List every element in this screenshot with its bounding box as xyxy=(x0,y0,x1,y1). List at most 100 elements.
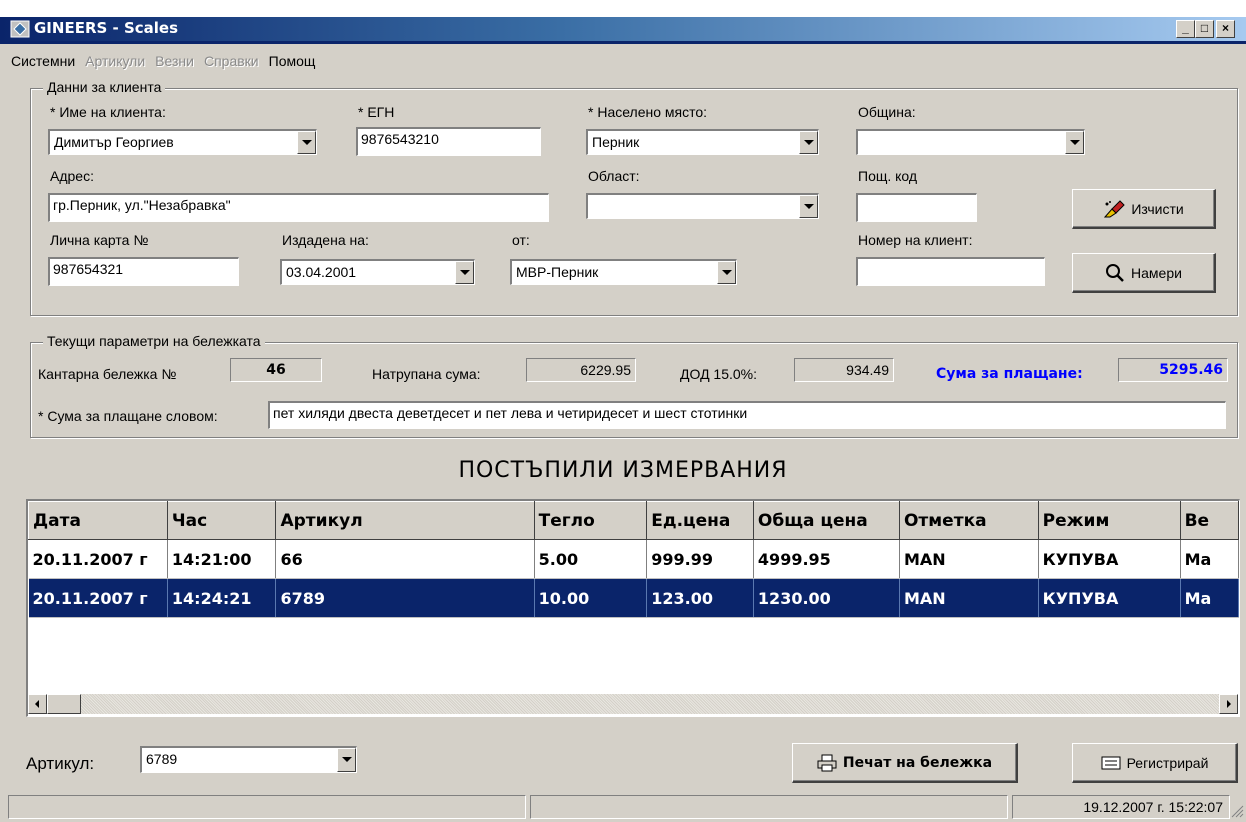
clear-button-label: Изчисти xyxy=(1131,200,1184,217)
table-cell: 999.99 xyxy=(646,539,754,579)
empty-cell xyxy=(1038,618,1180,657)
client-group-title: Данни за клиента xyxy=(43,79,166,95)
status-panel-2 xyxy=(530,795,1008,819)
menu-system[interactable]: Системни xyxy=(6,50,80,72)
client-number-field[interactable] xyxy=(856,257,1045,286)
empty-cell xyxy=(753,618,899,657)
issued-by-combo[interactable]: МВР-Перник xyxy=(510,259,737,285)
screen-margin xyxy=(0,0,1246,17)
article-value: 6789 xyxy=(146,751,178,767)
menu-help[interactable]: Помощ xyxy=(264,50,321,72)
menu-reports[interactable]: Справки xyxy=(199,50,264,72)
id-card-field[interactable]: 987654321 xyxy=(48,257,239,286)
table-cell: Ма xyxy=(1180,539,1239,579)
tax-value: 934.49 xyxy=(794,358,894,382)
tax-label: ДОД 15.0%: xyxy=(680,366,758,382)
scroll-right-button[interactable] xyxy=(1219,694,1238,714)
egn-field[interactable]: 9876543210 xyxy=(356,127,541,156)
amount-words-label: * Сума за плащане словом: xyxy=(38,408,218,424)
empty-row xyxy=(29,618,1239,657)
column-header[interactable]: Артикул xyxy=(275,501,535,540)
receipt-number-value: 46 xyxy=(230,358,322,382)
issued-by-value: МВР-Перник xyxy=(516,264,599,280)
empty-cell xyxy=(167,618,276,657)
table-row[interactable]: 20.11.2007 г 14:21:00 66 5.00 999.99 4999.95 M… xyxy=(28,539,1239,579)
issued-by-label: от: xyxy=(512,232,530,248)
column-header[interactable]: Ве xyxy=(1179,501,1239,540)
amount-words-field[interactable]: пет хиляди двеста деветдесет и пет лева … xyxy=(268,401,1226,429)
table-cell: 20.11.2007 г xyxy=(28,578,168,618)
client-name-dropdown-icon[interactable] xyxy=(297,131,316,154)
column-header[interactable]: Отметка xyxy=(898,501,1039,540)
status-panel-1 xyxy=(8,795,526,819)
column-header[interactable]: Ед.цена xyxy=(646,501,754,540)
table-cell: 10.00 xyxy=(534,578,648,618)
column-header[interactable]: Режим xyxy=(1037,501,1181,540)
table-cell: 20.11.2007 г xyxy=(28,539,168,579)
print-receipt-button[interactable]: Печат на бележка xyxy=(792,743,1018,783)
issued-on-label: Издадена на: xyxy=(282,232,369,248)
clear-button[interactable]: Изчисти xyxy=(1072,189,1216,229)
scroll-left-button[interactable] xyxy=(28,694,47,714)
client-name-label: * Име на клиента: xyxy=(50,104,166,120)
register-button-label: Регистрирай xyxy=(1126,754,1209,771)
municipality-dropdown-icon[interactable] xyxy=(1065,131,1084,154)
table-cell: MAN xyxy=(899,539,1039,579)
scroll-thumb[interactable] xyxy=(47,694,81,714)
column-header[interactable]: Час xyxy=(166,501,277,540)
table-cell: MAN xyxy=(899,578,1039,618)
table-row[interactable]: 20.11.2007 г 14:24:21 6789 10.00 123.00 1230.… xyxy=(28,578,1239,618)
table-cell: КУПУВА xyxy=(1038,539,1181,579)
keyboard-icon xyxy=(1101,756,1121,769)
column-header[interactable]: Обща цена xyxy=(752,501,900,540)
arrow-left-icon xyxy=(35,700,39,708)
table-cell: Ма xyxy=(1180,578,1239,618)
place-dropdown-icon[interactable] xyxy=(799,131,818,154)
measurements-table: Дата Час Артикул Тегло Ед.цена Обща цена Отмет… xyxy=(28,501,1239,657)
horizontal-scrollbar[interactable] xyxy=(28,694,1238,714)
menu-articles[interactable]: Артикули xyxy=(80,50,150,72)
receipt-group-title: Текущи параметри на бележката xyxy=(43,333,265,349)
egn-label: * ЕГН xyxy=(358,104,395,120)
eraser-icon xyxy=(1104,199,1126,217)
menu-scales[interactable]: Везни xyxy=(150,50,199,72)
find-button[interactable]: Намери xyxy=(1072,253,1216,293)
empty-cell xyxy=(29,618,168,657)
issued-on-dropdown-icon[interactable] xyxy=(455,261,474,284)
region-combo[interactable] xyxy=(586,193,819,219)
measurements-grid[interactable]: Дата Час Артикул Тегло Ед.цена Обща цена Отмет… xyxy=(26,499,1240,717)
magnifier-icon xyxy=(1106,263,1124,282)
article-dropdown-icon[interactable] xyxy=(337,748,356,772)
minimize-button[interactable]: _ xyxy=(1176,20,1195,38)
issued-by-dropdown-icon[interactable] xyxy=(717,261,736,284)
empty-cell xyxy=(1180,618,1238,657)
place-combo[interactable]: Перник xyxy=(586,129,819,155)
client-name-value: Димитър Георгиев xyxy=(54,134,174,150)
measurements-title: ПОСТЪПИЛИ ИЗМЕРВАНИЯ xyxy=(458,458,788,483)
article-combo[interactable]: 6789 xyxy=(140,746,357,773)
client-number-label: Номер на клиент: xyxy=(858,232,973,248)
status-datetime: 19.12.2007 г. 15:22:07 xyxy=(1012,795,1230,819)
place-value: Перник xyxy=(592,134,640,150)
maximize-button[interactable]: □ xyxy=(1195,20,1214,38)
issued-on-combo[interactable]: 03.04.2001 xyxy=(280,259,475,285)
empty-cell xyxy=(534,618,647,657)
column-header[interactable]: Дата xyxy=(28,501,168,540)
table-cell: 5.00 xyxy=(534,539,648,579)
postcode-field[interactable] xyxy=(856,193,977,222)
close-button[interactable]: × xyxy=(1216,20,1235,38)
empty-cell xyxy=(647,618,754,657)
address-field[interactable]: гр.Перник, ул."Незабравка" xyxy=(48,193,549,222)
resize-grip-icon[interactable] xyxy=(1230,804,1244,818)
table-cell: 4999.95 xyxy=(753,539,900,579)
title-gradient xyxy=(0,17,1246,41)
grid-header-row: Дата Час Артикул Тегло Ед.цена Обща цена Отмет… xyxy=(28,501,1239,540)
menu-bar: Системни Артикули Везни Справки Помощ xyxy=(6,50,320,72)
register-button[interactable]: Регистрирай xyxy=(1072,743,1238,783)
municipality-combo[interactable] xyxy=(856,129,1085,155)
window-title: GINEERS - Scales xyxy=(34,19,179,37)
client-name-combo[interactable]: Димитър Георгиев xyxy=(48,129,317,155)
column-header[interactable]: Тегло xyxy=(533,501,648,540)
region-dropdown-icon[interactable] xyxy=(799,195,818,218)
table-cell: 1230.00 xyxy=(753,578,900,618)
